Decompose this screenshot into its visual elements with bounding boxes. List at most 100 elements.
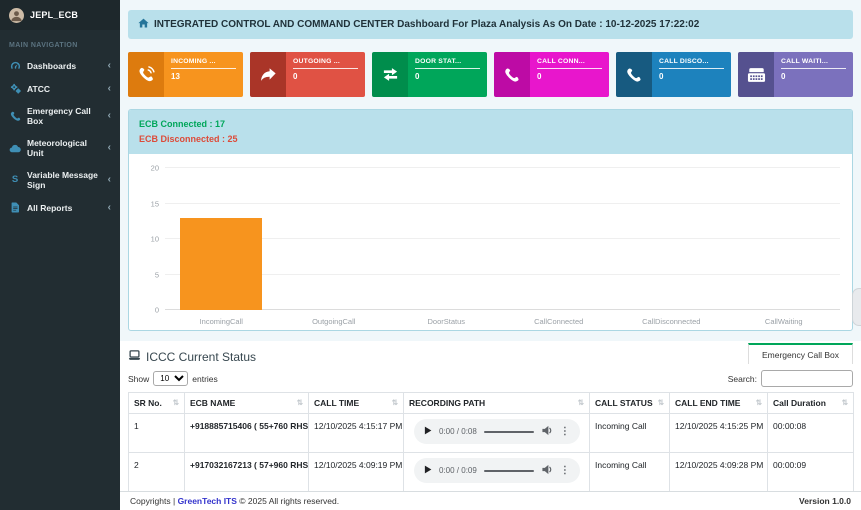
section-title: ICCC Current Status (128, 341, 256, 364)
column-label: RECORDING PATH (409, 398, 485, 408)
column-label: CALL STATUS (595, 398, 653, 408)
kpi-label: DOOR STAT... (415, 58, 480, 69)
col-header-call-time[interactable]: CALL TIME⇅ (309, 393, 404, 414)
sidebar-item-variable-message-sign[interactable]: S Variable Message Sign ‹ (0, 164, 120, 196)
sidebar-item-label: Emergency Call Box (27, 106, 102, 126)
sidebar-item-atcc[interactable]: ATCC ‹ (0, 77, 120, 100)
audio-player[interactable]: 0:00 / 0:09 ⋮ (414, 458, 580, 483)
col-header-call-duration[interactable]: Call Duration⇅ (768, 393, 854, 414)
kpi-card-call-waiting[interactable]: CALL WAITI... 0 (738, 52, 853, 97)
kpi-card-incoming-call[interactable]: INCOMING ... 13 (128, 52, 243, 97)
file-icon (9, 202, 21, 213)
brand-link[interactable]: GreenTech ITS (178, 496, 237, 506)
home-icon (138, 18, 149, 31)
sort-icon[interactable]: ⇅ (658, 398, 664, 407)
y-axis-tick: 20 (137, 164, 159, 173)
banner-title: INTEGRATED CONTROL AND COMMAND CENTER Da… (154, 19, 699, 30)
cell-call-time: 12/10/2025 4:15:17 PM (309, 414, 404, 453)
audio-time: 0:00 / 0:08 (439, 427, 477, 436)
audio-player[interactable]: 0:00 / 0:08 ⋮ (414, 419, 580, 444)
table-header-row: SR No.⇅ ECB NAME⇅ CALL TIME⇅ RECORDING P… (129, 393, 854, 414)
cell-call-status: Incoming Call (590, 453, 670, 492)
call-connected-icon (494, 52, 530, 97)
x-axis-label: DoorStatus (390, 317, 503, 326)
audio-seekbar[interactable] (484, 470, 534, 472)
sidebar-item-all-reports[interactable]: All Reports ‹ (0, 196, 120, 219)
entries-label: entries (192, 374, 218, 384)
col-header-recording-path[interactable]: RECORDING PATH ⇅ (404, 393, 590, 414)
chevron-left-icon: ‹ (108, 84, 111, 94)
cell-sr-no: 1 (129, 414, 185, 453)
kpi-card-call-connected[interactable]: CALL CONN... 0 (494, 52, 609, 97)
call-disconnected-icon (616, 52, 652, 97)
play-icon[interactable] (424, 465, 432, 476)
iccc-status-section: ICCC Current Status Emergency Call Box S… (120, 341, 861, 491)
x-axis-label: OutgoingCall (278, 317, 391, 326)
audio-time: 0:00 / 0:09 (439, 466, 477, 475)
show-label: Show (128, 374, 149, 384)
chevron-left-icon: ‹ (108, 111, 111, 121)
volume-icon[interactable] (541, 464, 553, 477)
col-header-ecb-name[interactable]: ECB NAME⇅ (185, 393, 309, 414)
kpi-value: 0 (293, 69, 358, 81)
user-name: JEPL_ECB (30, 10, 78, 20)
sidebar-user[interactable]: JEPL_ECB (0, 0, 120, 30)
search-input[interactable] (761, 370, 853, 387)
page-size-select[interactable]: 10 (153, 371, 188, 386)
cell-call-end-time: 12/10/2025 4:15:25 PM (670, 414, 768, 453)
ecb-connected-label: ECB Connected : 17 (139, 117, 842, 132)
sidebar-item-label: ATCC (27, 84, 50, 94)
ecb-disconnected-label: ECB Disconnected : 25 (139, 132, 842, 147)
sidebar: JEPL_ECB MAIN NAVIGATION Dashboards ‹ AT… (0, 0, 120, 510)
bar-IncomingCall (180, 218, 262, 310)
sort-icon[interactable]: ⇅ (756, 398, 762, 407)
laptop-icon (128, 350, 141, 364)
search-control: Search: (728, 370, 853, 387)
y-axis-tick: 15 (137, 199, 159, 208)
kpi-card-outgoing-call[interactable]: OUTGOING ... 0 (250, 52, 365, 97)
sort-icon[interactable]: ⇅ (578, 398, 584, 407)
tab-emergency-call-box[interactable]: Emergency Call Box (748, 343, 853, 364)
door-status-icon (372, 52, 408, 97)
app-root: JEPL_ECB MAIN NAVIGATION Dashboards ‹ AT… (0, 0, 861, 510)
call-waiting-icon (738, 52, 774, 97)
x-axis-label: CallDisconnected (615, 317, 728, 326)
sidebar-item-emergency-call-box[interactable]: Emergency Call Box ‹ (0, 100, 120, 132)
bar-chart: 05101520 IncomingCallOutgoingCallDoorSta… (129, 154, 852, 330)
sort-icon[interactable]: ⇅ (173, 398, 179, 407)
chart-header: ECB Connected : 17 ECB Disconnected : 25 (129, 110, 852, 154)
kpi-card-door-status[interactable]: DOOR STAT... 0 (372, 52, 487, 97)
audio-seekbar[interactable] (484, 431, 534, 433)
sort-icon[interactable]: ⇅ (392, 398, 398, 407)
play-icon[interactable] (424, 426, 432, 437)
cell-call-end-time: 12/10/2025 4:09:28 PM (670, 453, 768, 492)
kpi-value: 0 (781, 69, 846, 81)
sign-icon: S (9, 175, 21, 185)
col-header-sr-no[interactable]: SR No.⇅ (129, 393, 185, 414)
y-axis-tick: 10 (137, 235, 159, 244)
cell-recording-path: 0:00 / 0:09 ⋮ (404, 453, 590, 492)
col-header-call-end-time[interactable]: CALL END TIME ⇅ (670, 393, 768, 414)
sort-icon[interactable]: ⇅ (842, 398, 848, 407)
y-axis-tick: 5 (137, 270, 159, 279)
column-label: CALL END TIME (675, 398, 740, 408)
sort-icon[interactable]: ⇅ (297, 398, 303, 407)
kpi-card-call-disconnected[interactable]: CALL DISCO... 0 (616, 52, 731, 97)
chevron-left-icon: ‹ (108, 61, 111, 71)
col-header-call-status[interactable]: CALL STATUS ⇅ (590, 393, 670, 414)
audio-menu-icon[interactable]: ⋮ (560, 427, 570, 437)
main-content: INTEGRATED CONTROL AND COMMAND CENTER Da… (120, 0, 861, 510)
audio-menu-icon[interactable]: ⋮ (560, 466, 570, 476)
sidebar-item-meteorological-unit[interactable]: Meteorological Unit ‹ (0, 132, 120, 164)
sidebar-item-dashboards[interactable]: Dashboards ‹ (0, 54, 120, 77)
search-label: Search: (728, 374, 757, 384)
kpi-label: OUTGOING ... (293, 58, 358, 69)
chevron-left-icon: ‹ (108, 203, 111, 213)
volume-icon[interactable] (541, 425, 553, 438)
floating-edge-tab[interactable] (852, 288, 861, 326)
x-axis-label: CallWaiting (728, 317, 841, 326)
x-axis-label: CallConnected (503, 317, 616, 326)
y-axis-tick: 0 (137, 306, 159, 315)
incoming-call-icon (128, 52, 164, 97)
sidebar-item-label: Variable Message Sign (27, 170, 102, 190)
